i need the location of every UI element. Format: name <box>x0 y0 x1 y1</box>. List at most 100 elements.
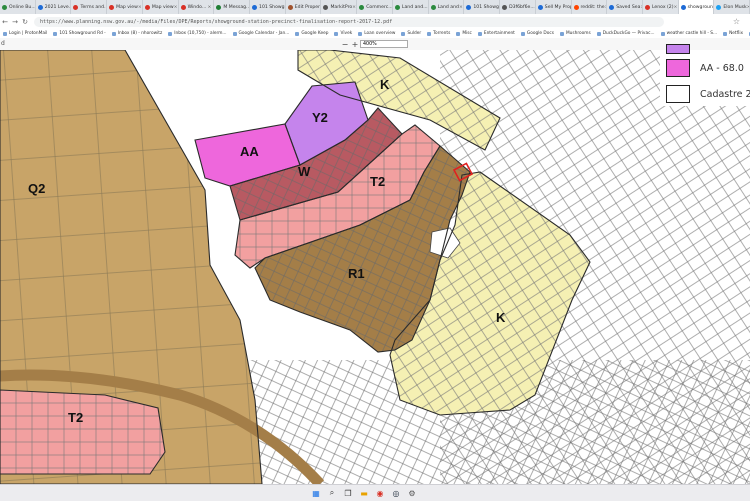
browser-tab[interactable]: MarkitPro× <box>321 0 357 14</box>
tab-favicon-icon <box>252 5 257 10</box>
reload-icon[interactable]: ↻ <box>20 18 30 26</box>
browser-tab[interactable]: Edit Proper× <box>286 0 322 14</box>
browser-tab[interactable]: Saved Sea× <box>607 0 643 14</box>
zoom-in-button[interactable]: + <box>350 40 360 49</box>
browser-tab[interactable]: 101 Showg...× <box>464 0 500 14</box>
zoning-map[interactable]: Q2 T2 AA Y2 W T2 R1 K K <box>0 50 750 484</box>
tab-favicon-icon <box>288 5 293 10</box>
bookmark-item[interactable]: weather castle hill - S... <box>661 31 718 36</box>
legend-row-aa: AA - 68.0 <box>666 59 744 77</box>
bookmark-item[interactable]: Vivek <box>334 31 352 36</box>
bookmark-item[interactable]: Mushrooms <box>560 31 591 36</box>
bookmark-icon <box>427 32 431 36</box>
bookmark-item[interactable]: Entertainment <box>478 31 515 36</box>
url-field[interactable]: https://www.planning.nsw.gov.au/-/media/… <box>34 17 664 27</box>
bookmark-item[interactable]: Netflix <box>723 31 743 36</box>
bookmark-label: 101 Showground Rd - <box>59 31 105 36</box>
tab-title: Land and... <box>402 5 428 10</box>
tab-favicon-icon <box>502 5 507 10</box>
browser-tab[interactable]: 101 Showg...× <box>250 0 286 14</box>
tab-favicon-icon <box>38 5 43 10</box>
browser-tab[interactable]: M Messag...× <box>214 0 250 14</box>
bookmark-item[interactable]: Misc <box>456 31 472 36</box>
bookmark-icon <box>560 32 564 36</box>
tab-title: showground <box>688 5 715 10</box>
bookmark-icon <box>3 32 7 36</box>
tab-close-icon[interactable]: × <box>138 5 142 10</box>
tab-title: Elon Musk <box>723 5 746 10</box>
steam-icon[interactable]: ◎ <box>390 487 402 499</box>
bookmark-item[interactable]: Torrents <box>427 31 450 36</box>
tab-close-icon[interactable]: × <box>459 5 463 10</box>
browser-tab[interactable]: Land and...× <box>393 0 429 14</box>
tab-title: Lenox (2) <box>652 5 674 10</box>
settings-icon[interactable]: ⚙ <box>406 487 418 499</box>
bookmark-label: Loan overview <box>364 31 395 36</box>
folder-icon[interactable]: ▬ <box>358 487 370 499</box>
bookmark-item[interactable]: Loan overview <box>358 31 395 36</box>
taskbar-icons: ▦ ⌕ ❐ ▬ ◉ ◎ ⚙ <box>308 487 420 499</box>
tab-title: 101 Showg... <box>259 5 286 10</box>
bookmark-item[interactable]: Sulder <box>401 31 421 36</box>
bookmark-label: Torrents <box>433 31 450 36</box>
tab-favicon-icon <box>181 5 186 10</box>
browser-tab[interactable]: Land and× <box>429 0 465 14</box>
tab-title: MarkitPro <box>330 5 352 10</box>
browser-tab[interactable]: 2021 Leve...× <box>36 0 72 14</box>
bookmark-icon <box>456 32 460 36</box>
bookmark-label: Mushrooms <box>566 31 591 36</box>
bookmark-icon <box>334 32 338 36</box>
browser-tab[interactable]: Commerc...× <box>357 0 393 14</box>
forward-icon[interactable]: → <box>10 18 20 26</box>
tab-favicon-icon <box>431 5 436 10</box>
zoom-out-button[interactable]: − <box>340 40 350 49</box>
zoom-select[interactable]: 400% <box>360 40 408 48</box>
bookmark-item[interactable]: DuckDuckGo — Privac... <box>597 31 655 36</box>
tab-close-icon[interactable]: × <box>352 5 356 10</box>
bookmark-label: Google Docs <box>527 31 554 36</box>
tab-title: M Messag... <box>223 5 250 10</box>
legend-swatch-cadastre <box>666 85 690 103</box>
bookmark-item[interactable]: Google Calendar - Jan... <box>233 31 290 36</box>
bookmark-item[interactable]: 101 Showground Rd - <box>53 31 105 36</box>
bookmark-label: Netflix <box>729 31 743 36</box>
label-y2: Y2 <box>312 110 328 125</box>
chrome-icon[interactable]: ◉ <box>374 487 386 499</box>
browser-tab[interactable]: Sell My Propert...× <box>536 0 572 14</box>
tab-favicon-icon <box>359 5 364 10</box>
browser-tab[interactable]: D3f6bf6e...× <box>500 0 536 14</box>
browser-tab[interactable]: showground× <box>679 0 715 14</box>
bookmark-item[interactable]: Inbox (10,750) - alerm... <box>168 31 226 36</box>
tab-close-icon[interactable]: × <box>674 5 678 10</box>
bookmark-item[interactable]: Inbox (8) - nhorowitz <box>112 31 163 36</box>
browser-tab[interactable]: Terms and...× <box>71 0 107 14</box>
bookmark-label: Login | ProtonMail <box>9 31 47 36</box>
tab-favicon-icon <box>145 5 150 10</box>
bookmark-item[interactable]: Google Docs <box>521 31 554 36</box>
tab-title: Edit Proper <box>295 5 320 10</box>
tab-favicon-icon <box>574 5 579 10</box>
browser-tab[interactable]: Lenox (2)× <box>643 0 679 14</box>
bookmark-icon <box>401 32 405 36</box>
bookmark-icon <box>521 32 525 36</box>
bookmark-item[interactable]: Google Keep <box>295 31 328 36</box>
search-icon[interactable]: ⌕ <box>326 487 338 499</box>
browser-tab[interactable]: reddit: the× <box>572 0 608 14</box>
windows-icon[interactable]: ▦ <box>310 487 322 499</box>
taskview-icon[interactable]: ❐ <box>342 487 354 499</box>
browser-tab[interactable]: Elon Musk× <box>714 0 750 14</box>
bookmark-label: Google Calendar - Jan... <box>239 31 290 36</box>
bookmark-label: Google Keep <box>301 31 328 36</box>
browser-tab[interactable]: Map view× <box>107 0 143 14</box>
browser-tab[interactable]: Windo...× <box>179 0 215 14</box>
tab-close-icon[interactable]: × <box>174 5 178 10</box>
label-r1: R1 <box>348 266 365 281</box>
bookmark-star-icon[interactable]: ☆ <box>733 17 740 26</box>
tab-title: Map view <box>152 5 174 10</box>
tab-close-icon[interactable]: × <box>207 5 211 10</box>
browser-tab[interactable]: Map view× <box>143 0 179 14</box>
browser-tab[interactable]: Online Bu...× <box>0 0 36 14</box>
address-bar-row: ← → ↻ https://www.planning.nsw.gov.au/-/… <box>0 14 750 30</box>
bookmark-item[interactable]: Login | ProtonMail <box>3 31 47 36</box>
back-icon[interactable]: ← <box>0 18 10 26</box>
